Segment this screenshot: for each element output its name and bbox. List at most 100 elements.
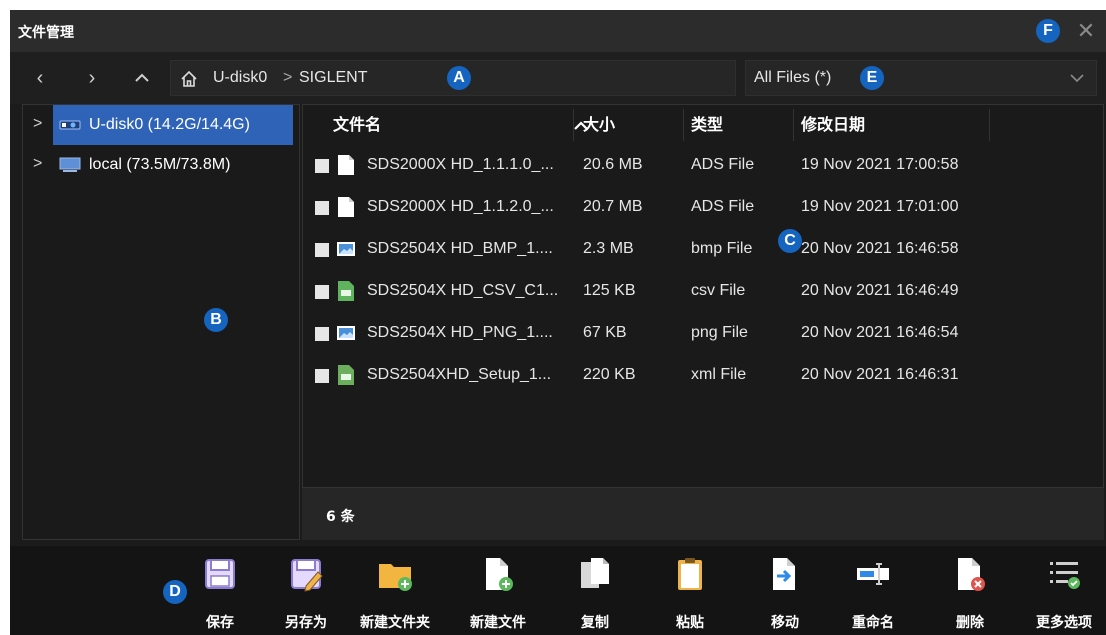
breadcrumb-item-udisk[interactable]: U-disk0	[213, 69, 267, 87]
row-checkbox[interactable]	[315, 243, 329, 257]
breadcrumb-separator: >	[283, 69, 293, 86]
title-bar: 文件管理 F ✕	[10, 10, 1106, 52]
paste-label: 粘贴	[676, 615, 704, 631]
move-button[interactable]: 移动	[745, 552, 825, 632]
close-button[interactable]: ✕	[1074, 19, 1098, 43]
file-name: SDS2504X HD_BMP_1....	[367, 240, 553, 257]
new-file-label: 新建文件	[470, 615, 526, 631]
save-as-label: 另存为	[285, 615, 327, 631]
file-icon	[338, 197, 354, 217]
more-options-label: 更多选项	[1036, 615, 1092, 631]
column-header-date[interactable]: 修改日期	[801, 105, 991, 145]
copy-button[interactable]: 复制	[555, 552, 635, 632]
home-icon[interactable]	[179, 69, 199, 89]
navigation-bar: ‹ › U-disk0 > SIGLENT A All Files (*) E	[10, 52, 1106, 104]
csv-file-icon	[338, 281, 354, 301]
file-name: SDS2504XHD_Setup_1...	[367, 366, 552, 383]
row-checkbox[interactable]	[315, 159, 329, 173]
up-button[interactable]	[128, 64, 156, 92]
file-name: SDS2504X HD_CSV_C1...	[367, 282, 559, 299]
file-type: xml File	[691, 366, 747, 383]
column-header-type[interactable]: 类型	[691, 105, 791, 145]
copy-icon	[581, 558, 609, 588]
more-options-icon	[1050, 562, 1080, 589]
marker-a: A	[447, 66, 471, 90]
file-list: 文件名 大小 类型 修改日期 SDS2000X HD_1.1.1.0_... 2…	[302, 104, 1104, 488]
marker-c: C	[778, 229, 802, 253]
column-separator	[793, 109, 794, 141]
column-header-size[interactable]: 大小	[583, 105, 683, 145]
rename-label: 重命名	[852, 615, 894, 631]
filter-value: All Files (*)	[754, 69, 832, 86]
file-row[interactable]: SDS2000X HD_1.1.1.0_... 20.6 MB ADS File…	[303, 145, 1103, 187]
breadcrumb-item-siglent[interactable]: SIGLENT	[299, 69, 367, 87]
tree-item-udisk[interactable]: > U-disk0 (14.2G/14.4G)	[23, 105, 299, 145]
row-checkbox[interactable]	[315, 369, 329, 383]
save-button[interactable]: 保存	[180, 552, 260, 632]
paste-button[interactable]: 粘贴	[650, 552, 730, 632]
file-size: 125 KB	[583, 282, 636, 299]
image-file-icon	[337, 242, 355, 256]
column-separator	[573, 109, 574, 141]
column-separator	[989, 109, 990, 141]
file-size: 20.7 MB	[583, 198, 643, 215]
file-row[interactable]: SDS2504XHD_Setup_1... 220 KB xml File 20…	[303, 355, 1103, 397]
tree-item-local[interactable]: > local (73.5M/73.8M)	[23, 145, 299, 185]
more-options-button[interactable]: 更多选项	[1024, 552, 1104, 632]
new-folder-button[interactable]: 新建文件夹	[355, 552, 435, 632]
image-file-icon	[337, 326, 355, 340]
tree-item-label: local (73.5M/73.8M)	[89, 156, 231, 173]
status-bar: 6 条	[302, 488, 1104, 540]
file-date: 19 Nov 2021 17:00:58	[801, 156, 959, 173]
marker-e: E	[860, 66, 884, 90]
row-checkbox[interactable]	[315, 327, 329, 341]
delete-icon	[958, 558, 985, 591]
save-as-button[interactable]: 另存为	[266, 552, 346, 632]
new-folder-label: 新建文件夹	[360, 615, 430, 631]
usb-drive-icon	[59, 120, 81, 130]
file-date: 20 Nov 2021 16:46:49	[801, 282, 959, 299]
rename-button[interactable]: 重命名	[833, 552, 913, 632]
delete-label: 删除	[956, 615, 984, 631]
new-file-icon	[486, 558, 513, 591]
forward-button[interactable]: ›	[78, 64, 106, 92]
copy-label: 复制	[581, 615, 609, 631]
file-size: 67 KB	[583, 324, 627, 341]
computer-icon	[59, 157, 81, 172]
file-size: 2.3 MB	[583, 240, 634, 257]
file-icon	[338, 155, 354, 175]
chevron-right-icon[interactable]: >	[33, 115, 42, 133]
file-type: ADS File	[691, 156, 755, 173]
file-type: bmp File	[691, 240, 753, 257]
back-button[interactable]: ‹	[26, 64, 54, 92]
column-header-name[interactable]: 文件名	[333, 105, 588, 145]
move-label: 移动	[771, 615, 799, 631]
file-type: ADS File	[691, 198, 755, 215]
row-checkbox[interactable]	[315, 201, 329, 215]
file-type-filter[interactable]: All Files (*) E	[745, 60, 1097, 96]
item-count: 6 条	[326, 509, 355, 525]
new-file-button[interactable]: 新建文件	[458, 552, 538, 632]
file-date: 20 Nov 2021 16:46:58	[801, 240, 959, 257]
rename-icon	[857, 563, 889, 585]
row-checkbox[interactable]	[315, 285, 329, 299]
file-date: 20 Nov 2021 16:46:31	[801, 366, 959, 383]
save-as-icon	[291, 559, 323, 592]
directory-tree: > U-disk0 (14.2G/14.4G) > local (73.5M/7…	[22, 104, 300, 540]
action-toolbar: D 保存 另存为 新建文件夹 新建文件 复制 粘贴 移动 重命名 删除 更多选项	[10, 546, 1106, 635]
file-row[interactable]: SDS2504X HD_BMP_1.... 2.3 MB bmp File 20…	[303, 229, 1103, 271]
file-row[interactable]: SDS2000X HD_1.1.2.0_... 20.7 MB ADS File…	[303, 187, 1103, 229]
file-name: SDS2000X HD_1.1.2.0_...	[367, 198, 554, 215]
chevron-up-icon	[135, 73, 149, 82]
file-type: csv File	[691, 282, 746, 299]
file-manager-window: 文件管理 F ✕ ‹ › U-disk0 > SIGLENT A All Fil…	[10, 10, 1106, 635]
file-row[interactable]: SDS2504X HD_PNG_1.... 67 KB png File 20 …	[303, 313, 1103, 355]
xml-file-icon	[338, 365, 354, 385]
delete-button[interactable]: 删除	[930, 552, 1010, 632]
column-separator	[683, 109, 684, 141]
file-row[interactable]: SDS2504X HD_CSV_C1... 125 KB csv File 20…	[303, 271, 1103, 313]
chevron-right-icon[interactable]: >	[33, 155, 42, 173]
file-name: SDS2000X HD_1.1.1.0_...	[367, 156, 554, 173]
paste-icon	[678, 558, 702, 590]
path-breadcrumb[interactable]: U-disk0 > SIGLENT A	[170, 60, 736, 96]
